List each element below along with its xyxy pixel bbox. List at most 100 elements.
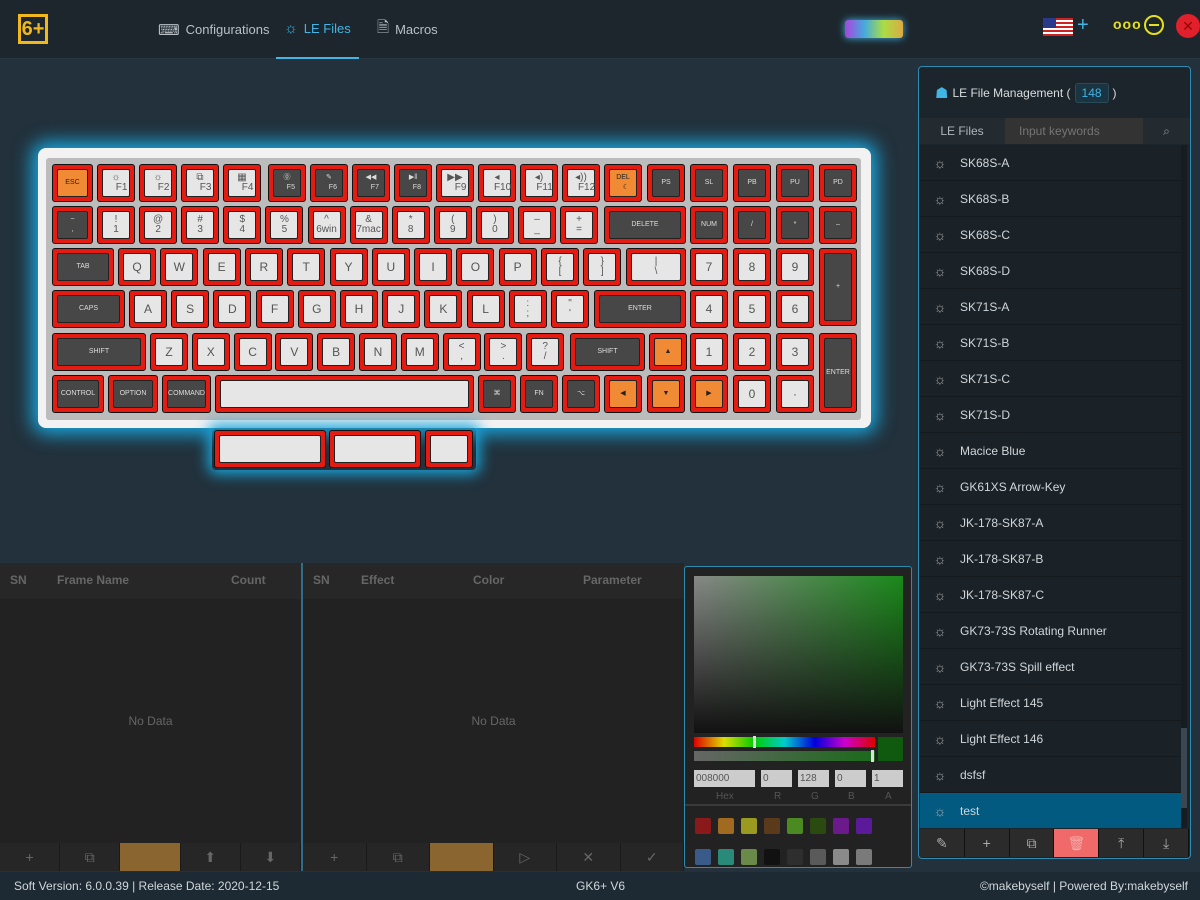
preset-color-swatch[interactable] [856, 849, 872, 865]
key[interactable]: $ 4 [223, 206, 262, 244]
preset-color-swatch[interactable] [764, 818, 780, 834]
key[interactable]: @ 2 [139, 206, 178, 244]
le-file-item[interactable]: ☼ test [920, 793, 1183, 828]
key[interactable]: 9 [776, 248, 814, 286]
le-file-item[interactable]: ☼ GK73-73S Spill effect [920, 649, 1183, 685]
key[interactable]: L [466, 290, 505, 328]
key[interactable]: G [297, 290, 336, 328]
le-file-item[interactable]: ☼ Macice Blue [920, 433, 1183, 469]
move-up-button[interactable]: ⬆ [181, 843, 241, 871]
key[interactable]: " ' [551, 290, 589, 328]
key[interactable] [425, 430, 473, 468]
key[interactable]: T [287, 248, 326, 286]
key[interactable]: V [275, 333, 314, 371]
key[interactable]: { [ [541, 248, 579, 286]
le-file-item[interactable]: ☼ JK-178-SK87-C [920, 577, 1183, 613]
le-file-item[interactable]: ☼ SK71S-A [920, 289, 1183, 325]
preset-color-swatch[interactable] [718, 849, 734, 865]
key[interactable]: ⧉ F3 [181, 164, 219, 202]
key[interactable]: NUM [690, 206, 728, 244]
le-file-item[interactable]: ☼ GK73-73S Rotating Runner [920, 613, 1183, 649]
key[interactable]: ⌘ [478, 375, 516, 413]
copy-frame-button[interactable]: ⧉ [60, 843, 121, 871]
key[interactable]: TAB [52, 248, 114, 286]
key[interactable]: Y [329, 248, 368, 286]
le-file-item[interactable]: ☼ JK-178-SK87-A [920, 505, 1183, 541]
more-icon[interactable]: ooo [1113, 16, 1142, 32]
key[interactable]: < , [442, 333, 481, 371]
key[interactable]: COMMAND [162, 375, 211, 413]
confirm-button[interactable]: ✓ [621, 843, 684, 871]
key[interactable]: * [776, 206, 814, 244]
key[interactable]: K [424, 290, 463, 328]
preset-color-swatch[interactable] [833, 818, 849, 834]
key[interactable]: 5 [733, 290, 771, 328]
key[interactable]: + [819, 248, 857, 326]
key[interactable]: Q [118, 248, 156, 286]
key[interactable]: ◂) F11 [520, 164, 558, 202]
key[interactable]: ENTER [819, 333, 857, 413]
key[interactable]: ◂)) F12 [562, 164, 600, 202]
key[interactable]: F [255, 290, 294, 328]
key[interactable]: 2 [733, 333, 771, 371]
key[interactable]: ▦ F4 [223, 164, 261, 202]
key[interactable]: SL [690, 164, 728, 202]
key[interactable]: DEL ☾ [604, 164, 642, 202]
preset-color-swatch[interactable] [695, 849, 711, 865]
le-file-item[interactable]: ☼ SK68S-A [920, 145, 1183, 181]
le-file-item[interactable]: ☼ SK68S-B [920, 181, 1183, 217]
key[interactable]: # 3 [181, 206, 220, 244]
key[interactable]: H [340, 290, 378, 328]
key[interactable]: ✎ F6 [310, 164, 348, 202]
key[interactable]: ^ 6win [307, 206, 346, 244]
key[interactable]: > . [484, 333, 523, 371]
key[interactable]: ▶▶ F9 [436, 164, 474, 202]
key[interactable]: SHIFT [52, 333, 146, 371]
key[interactable]: / [733, 206, 771, 244]
key[interactable]: ◀ [604, 375, 642, 413]
key[interactable]: J [382, 290, 421, 328]
key[interactable]: CAPS [52, 290, 125, 328]
key[interactable]: PD [819, 164, 857, 202]
key[interactable]: ▲ [649, 333, 687, 371]
key[interactable]: – [819, 206, 857, 244]
preset-color-swatch[interactable] [787, 818, 803, 834]
keyword-search-input[interactable] [1005, 118, 1143, 144]
le-file-item[interactable]: ☼ SK71S-B [920, 325, 1183, 361]
alpha-slider[interactable] [694, 750, 875, 762]
copy-button[interactable]: ⧉ [1009, 829, 1055, 857]
saturation-value-area[interactable] [694, 576, 903, 733]
key[interactable]: A [129, 290, 167, 328]
key[interactable]: 4 [690, 290, 728, 328]
preset-color-swatch[interactable] [787, 849, 803, 865]
preset-color-swatch[interactable] [741, 849, 757, 865]
add-language-icon[interactable]: + [1077, 14, 1089, 37]
edit-button[interactable]: ✎ [920, 829, 965, 857]
scrollbar[interactable] [1181, 145, 1187, 828]
key[interactable]: W [160, 248, 199, 286]
key[interactable]: ▶‖ F8 [394, 164, 432, 202]
delete-frame-button[interactable] [120, 843, 181, 871]
key[interactable]: Z [150, 333, 188, 371]
le-file-item[interactable]: ☼ Light Effect 145 [920, 685, 1183, 721]
key[interactable]: * 8 [391, 206, 430, 244]
key[interactable]: ! 1 [97, 206, 135, 244]
key[interactable]: ◀◀ F7 [352, 164, 390, 202]
key[interactable]: OPTION [108, 375, 158, 413]
key[interactable]: PU [776, 164, 814, 202]
b-input[interactable] [835, 770, 866, 787]
key[interactable]: ☼ F2 [139, 164, 177, 202]
cancel-button[interactable]: ✕ [557, 843, 621, 871]
key[interactable]: P [498, 248, 537, 286]
preset-color-swatch[interactable] [810, 849, 826, 865]
le-file-item[interactable]: ☼ JK-178-SK87-B [920, 541, 1183, 577]
export-button[interactable]: ⤒ [1099, 829, 1145, 857]
minimize-button[interactable] [1144, 15, 1164, 35]
key[interactable] [215, 375, 474, 413]
copy-effect-button[interactable]: ⧉ [367, 843, 430, 871]
key[interactable]: } ] [583, 248, 622, 286]
key[interactable]: 0 [733, 375, 771, 413]
key[interactable]: | \ [626, 248, 686, 286]
key[interactable]: X [191, 333, 230, 371]
key[interactable]: – _ [518, 206, 556, 244]
